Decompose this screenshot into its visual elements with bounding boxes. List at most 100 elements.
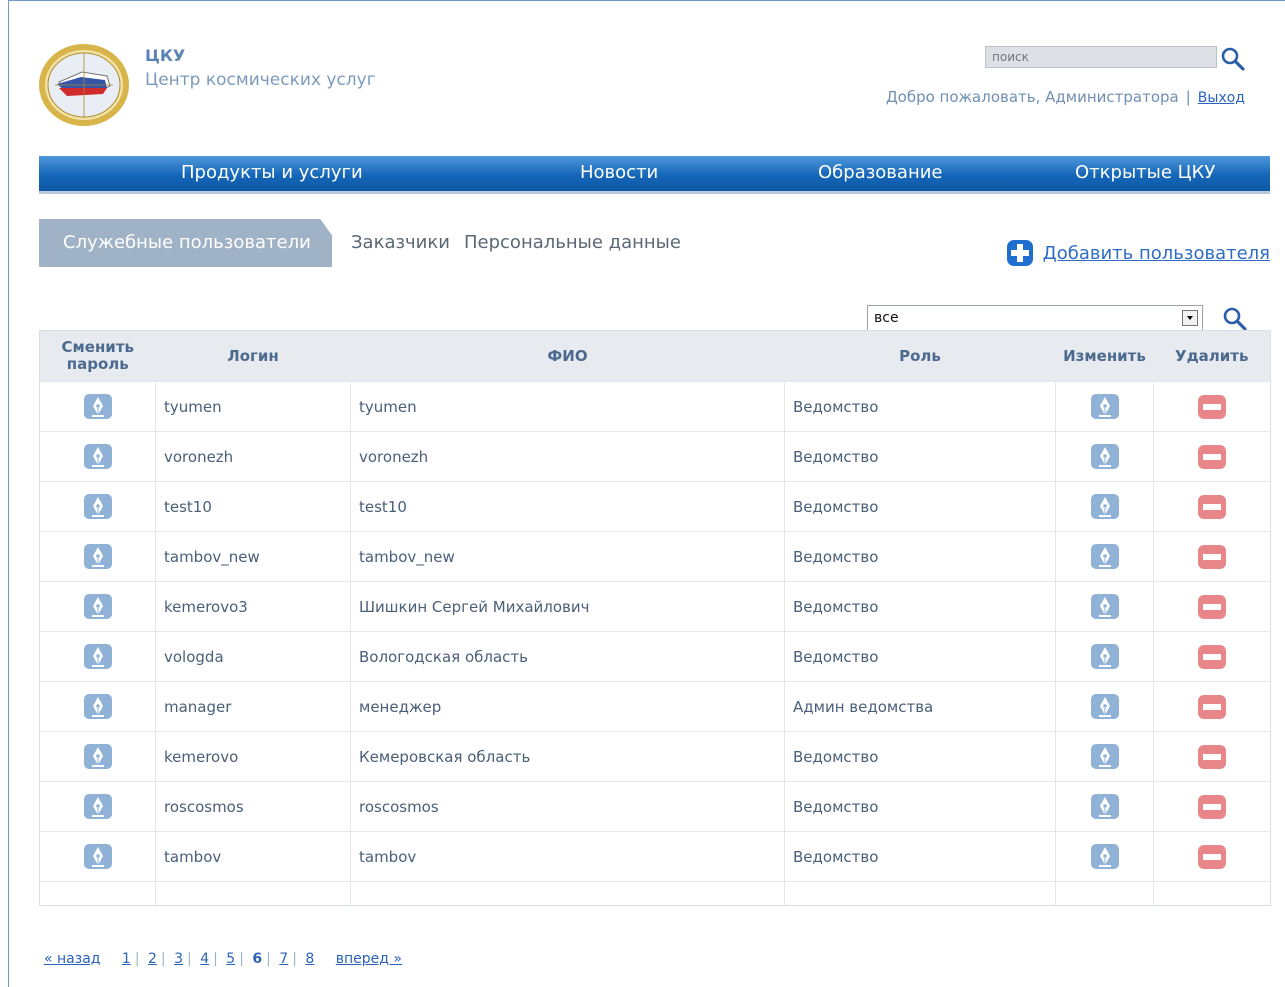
change-password-pen-icon[interactable]: [83, 544, 113, 569]
fio-cell: менеджер: [350, 681, 785, 732]
login-cell: manager: [155, 681, 351, 732]
delete-minus-icon[interactable]: [1197, 494, 1227, 519]
nav-item-products[interactable]: Продукты и услуги: [181, 162, 363, 183]
role-cell: Админ ведомства: [784, 681, 1056, 732]
login-cell: vologda: [155, 631, 351, 682]
pagination-page-3[interactable]: 3: [174, 951, 183, 967]
delete-cell: [1153, 781, 1271, 832]
delete-minus-icon[interactable]: [1197, 794, 1227, 819]
change-password-pen-icon[interactable]: [83, 844, 113, 869]
pagination-next[interactable]: вперед »: [336, 951, 402, 967]
role-filter-value: все: [874, 310, 899, 326]
edit-pen-icon[interactable]: [1090, 644, 1120, 669]
edit-pen-icon[interactable]: [1090, 394, 1120, 419]
pagination-page-5[interactable]: 5: [226, 951, 235, 967]
nav-item-news[interactable]: Новости: [580, 162, 658, 183]
edit-cell: [1055, 481, 1154, 532]
edit-pen-icon[interactable]: [1090, 594, 1120, 619]
nav-item-open-cku[interactable]: Открытые ЦКУ: [1075, 162, 1215, 183]
table-header-row: Сменить пароль Логин ФИО Роль Изменить У…: [39, 330, 1271, 382]
edit-pen-icon[interactable]: [1090, 694, 1120, 719]
tab-customers[interactable]: Заказчики: [351, 232, 450, 253]
pagination-page-8[interactable]: 8: [305, 951, 314, 967]
edit-cell: [1055, 631, 1154, 682]
delete-minus-icon[interactable]: [1197, 394, 1227, 419]
pagination-page-1[interactable]: 1: [122, 951, 131, 967]
change-password-pen-icon[interactable]: [83, 744, 113, 769]
role-cell: Ведомство: [784, 831, 1056, 882]
login-cell: kemerovo3: [155, 581, 351, 632]
change-password-cell: [39, 631, 156, 682]
logout-link[interactable]: Выход: [1198, 90, 1245, 106]
fio-cell: voronezh: [350, 431, 785, 482]
empty-cell: [784, 881, 1056, 906]
delete-minus-icon[interactable]: [1197, 594, 1227, 619]
delete-minus-icon[interactable]: [1197, 694, 1227, 719]
dropdown-arrow-icon[interactable]: [1182, 310, 1198, 326]
pagination-separator: |: [266, 951, 271, 967]
pagination-page-2[interactable]: 2: [148, 951, 157, 967]
edit-pen-icon[interactable]: [1090, 544, 1120, 569]
search-icon[interactable]: [1219, 45, 1247, 73]
delete-cell: [1153, 531, 1271, 582]
edit-cell: [1055, 731, 1154, 782]
delete-minus-icon[interactable]: [1197, 544, 1227, 569]
table-row: tambov_new tambov_new Ведомство: [39, 531, 1271, 582]
change-password-cell: [39, 731, 156, 782]
tab-service-users[interactable]: Служебные пользователи: [39, 219, 332, 267]
change-password-pen-icon[interactable]: [83, 694, 113, 719]
col-header-login: Логин: [155, 330, 351, 382]
edit-pen-icon[interactable]: [1090, 844, 1120, 869]
empty-cell: [155, 881, 351, 906]
change-password-pen-icon[interactable]: [83, 444, 113, 469]
fio-cell: tambov_new: [350, 531, 785, 582]
login-cell: kemerovo: [155, 731, 351, 782]
add-user-button[interactable]: Добавить пользователя: [1006, 239, 1270, 267]
tab-service-users-label: Служебные пользователи: [63, 232, 311, 253]
table-row: tyumen tyumen Ведомство: [39, 381, 1271, 432]
delete-minus-icon[interactable]: [1197, 744, 1227, 769]
delete-cell: [1153, 481, 1271, 532]
change-password-cell: [39, 681, 156, 732]
empty-cell: [39, 881, 156, 906]
frame-border-left: [8, 0, 9, 987]
login-cell: test10: [155, 481, 351, 532]
edit-cell: [1055, 781, 1154, 832]
change-password-cell: [39, 381, 156, 432]
edit-cell: [1055, 381, 1154, 432]
pagination-page-4[interactable]: 4: [200, 951, 209, 967]
nav-item-education[interactable]: Образование: [818, 162, 943, 183]
role-cell: Ведомство: [784, 781, 1056, 832]
table-row-empty: [39, 881, 1271, 906]
fio-cell: Кемеровская область: [350, 731, 785, 782]
delete-minus-icon[interactable]: [1197, 444, 1227, 469]
edit-pen-icon[interactable]: [1090, 744, 1120, 769]
pagination-prev[interactable]: « назад: [44, 951, 100, 967]
tab-personal-data[interactable]: Персональные данные: [464, 232, 681, 253]
edit-pen-icon[interactable]: [1090, 794, 1120, 819]
delete-minus-icon[interactable]: [1197, 844, 1227, 869]
filter-search-icon[interactable]: [1221, 305, 1249, 333]
edit-pen-icon[interactable]: [1090, 494, 1120, 519]
change-password-pen-icon[interactable]: [83, 644, 113, 669]
change-password-pen-icon[interactable]: [83, 494, 113, 519]
role-filter-select[interactable]: все: [867, 305, 1203, 331]
pagination-page-7[interactable]: 7: [279, 951, 288, 967]
change-password-pen-icon[interactable]: [83, 794, 113, 819]
emblem-logo-icon: [39, 44, 129, 126]
delete-minus-icon[interactable]: [1197, 644, 1227, 669]
delete-cell: [1153, 831, 1271, 882]
fio-cell: tambov: [350, 831, 785, 882]
change-password-cell: [39, 531, 156, 582]
role-cell: Ведомство: [784, 481, 1056, 532]
change-password-cell: [39, 781, 156, 832]
edit-pen-icon[interactable]: [1090, 444, 1120, 469]
table-row: voronezh voronezh Ведомство: [39, 431, 1271, 482]
change-password-pen-icon[interactable]: [83, 594, 113, 619]
table-row: manager менеджер Админ ведомства: [39, 681, 1271, 732]
empty-cell: [1153, 881, 1271, 906]
delete-cell: [1153, 381, 1271, 432]
change-password-pen-icon[interactable]: [83, 394, 113, 419]
search-input[interactable]: [985, 46, 1217, 68]
change-password-cell: [39, 581, 156, 632]
